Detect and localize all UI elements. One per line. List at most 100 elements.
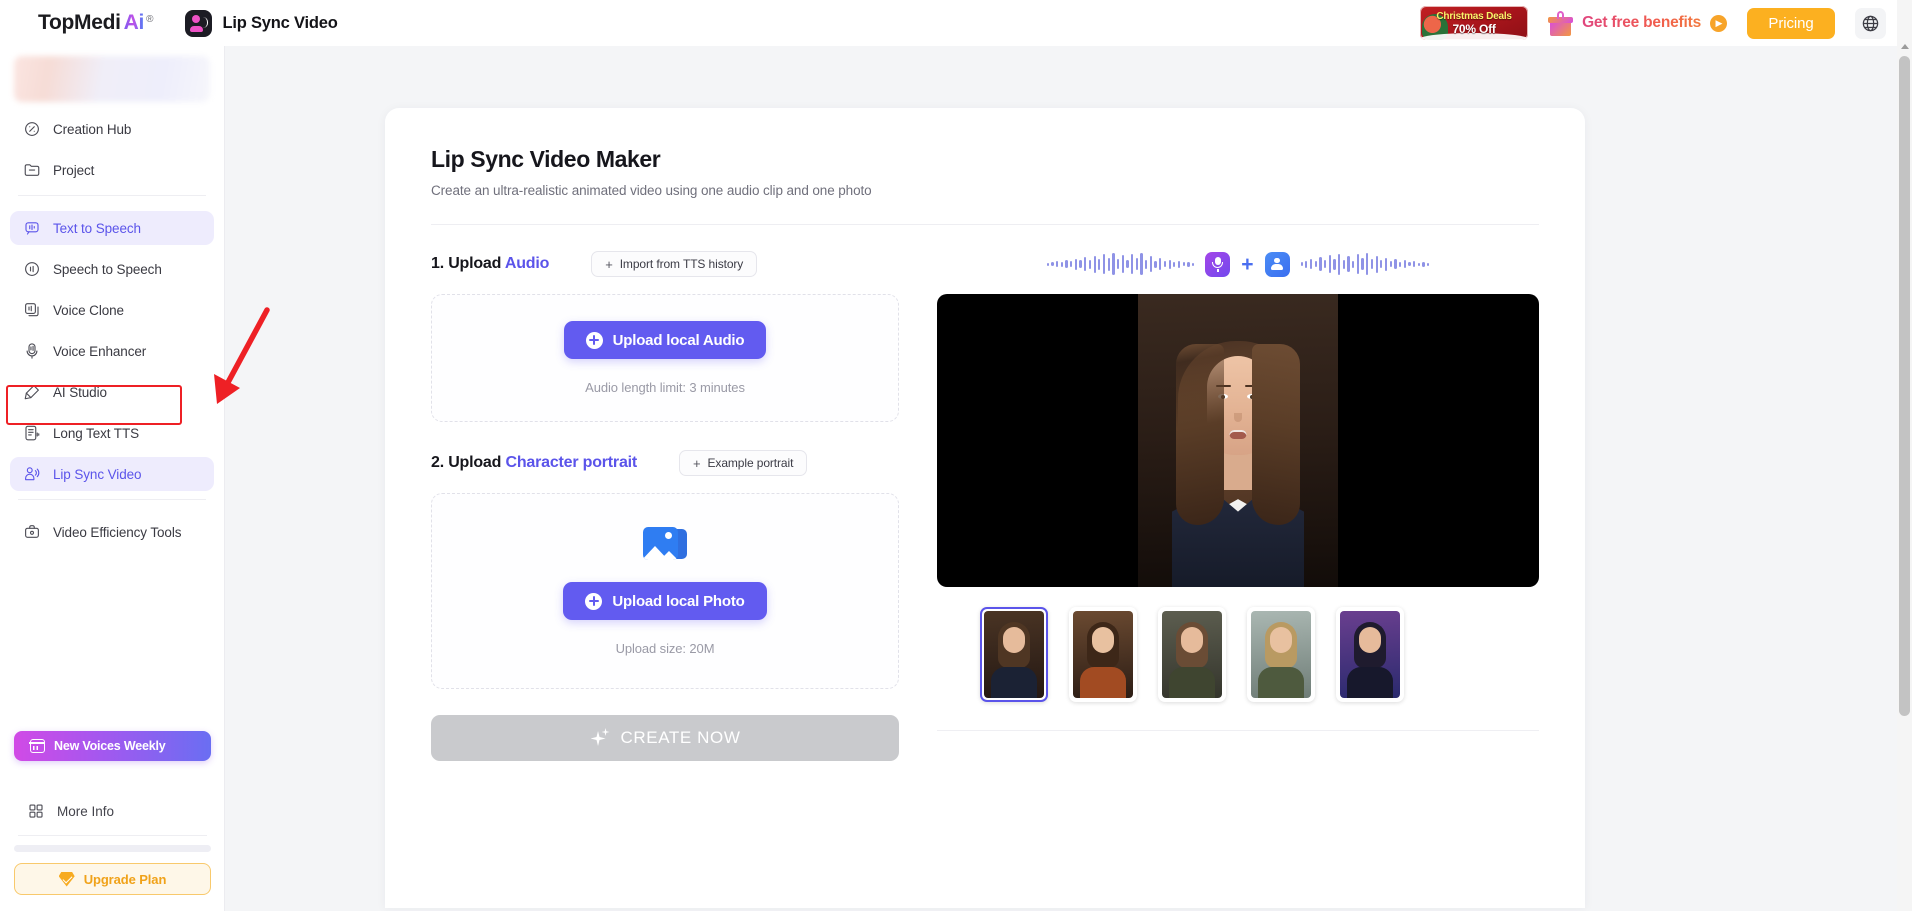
audio-drop-zone[interactable]: Upload local Audio Audio length limit: 3…: [431, 294, 899, 422]
portrait-thumbnail-4[interactable]: [1247, 607, 1315, 702]
example-portrait-label: Example portrait: [707, 456, 794, 470]
sidebar-item-speech-to-speech[interactable]: Speech to Speech: [10, 252, 214, 286]
photo-drop-zone[interactable]: Upload local Photo Upload size: 20M: [431, 493, 899, 689]
sidebar-label: Voice Clone: [53, 302, 124, 318]
sidebar-divider-2: [18, 499, 206, 500]
step-1-number: 1. Upload: [431, 255, 505, 272]
sidebar-item-project[interactable]: Project: [10, 153, 214, 187]
christmas-deals-line2: 70% Off: [1452, 21, 1496, 36]
portrait-thumbnail-1[interactable]: [980, 607, 1048, 702]
upload-photo-label: Upload local Photo: [612, 592, 745, 610]
create-now-label: CREATE NOW: [620, 728, 741, 747]
video-tools-icon: [22, 523, 41, 542]
pricing-button[interactable]: Pricing: [1747, 7, 1835, 39]
new-voices-weekly-label: New Voices Weekly: [54, 739, 166, 753]
registered-mark: ®: [146, 14, 154, 25]
step-1-highlight: Audio: [504, 255, 550, 272]
title-divider: [431, 224, 1539, 225]
sidebar-item-creation-hub[interactable]: Creation Hub: [10, 112, 214, 146]
get-free-benefits-button[interactable]: Get free benefits ▶: [1548, 10, 1727, 36]
new-voices-weekly-button[interactable]: New Voices Weekly: [14, 731, 211, 761]
portrait-thumbnail-5[interactable]: [1336, 607, 1404, 702]
plus-circle-icon: [585, 331, 603, 349]
sidebar-label: Video Efficiency Tools: [53, 524, 182, 540]
usage-quota-bar: [14, 845, 211, 852]
brand-name-main: TopMedi: [38, 11, 121, 34]
sidebar-item-more-info[interactable]: More Info: [14, 795, 211, 827]
import-from-tts-history-button[interactable]: + Import from TTS history: [591, 251, 758, 277]
sidebar-label: Creation Hub: [53, 121, 132, 137]
brand-logo[interactable]: TopMedi Ai ®: [38, 11, 153, 35]
sidebar-nav-tools: Video Efficiency Tools: [0, 511, 224, 549]
portrait-thumbnail-2[interactable]: [1069, 607, 1137, 702]
import-tts-label: Import from TTS history: [619, 257, 744, 271]
christmas-deals-banner[interactable]: Christmas Deals 70% Off: [1420, 6, 1529, 40]
image-stack-icon: [643, 526, 687, 564]
calendar-icon: [29, 739, 45, 753]
plus-circle-icon: [585, 592, 603, 610]
sidebar-divider-1: [18, 195, 206, 196]
vertical-scrollbar[interactable]: [1897, 0, 1912, 911]
preview-portrait-image: [1138, 294, 1338, 587]
preview-bottom-divider: [937, 730, 1539, 731]
language-globe-button[interactable]: [1855, 7, 1886, 39]
audio-portrait-combiner-graphic: +: [937, 249, 1539, 279]
sidebar-item-video-efficiency-tools[interactable]: Video Efficiency Tools: [10, 515, 214, 549]
sidebar-nav-main: Text to Speech Speech to Speech Voice Cl…: [0, 207, 224, 491]
sidebar-label: Speech to Speech: [53, 261, 162, 277]
long-text-tts-icon: [22, 424, 41, 443]
top-header-bar: TopMedi Ai ® Lip Sync Video Christmas De…: [0, 0, 1912, 46]
waveform-right: [1300, 252, 1430, 276]
text-to-speech-icon: [22, 219, 41, 238]
gift-icon: [1548, 10, 1574, 36]
get-free-benefits-label: Get free benefits: [1582, 14, 1701, 31]
step-2-number: 2. Upload: [431, 454, 506, 471]
content-area: Lip Sync Video Maker Create an ultra-rea…: [225, 46, 1890, 911]
chevron-right-icon: ▶: [1710, 14, 1727, 32]
step-1-title: 1. Upload Audio: [431, 255, 549, 273]
example-portrait-button[interactable]: + Example portrait: [679, 450, 808, 476]
ai-studio-icon: [22, 383, 41, 402]
sidebar-item-voice-clone[interactable]: Voice Clone: [10, 293, 214, 327]
person-icon: [1264, 251, 1290, 277]
sidebar-item-long-text-tts[interactable]: Long Text TTS: [10, 416, 214, 450]
portrait-thumbnail-strip: [937, 607, 1539, 702]
app-title-label: Lip Sync Video: [222, 13, 338, 32]
video-preview-panel[interactable]: [937, 294, 1539, 587]
left-sidebar: Creation Hub Project Text to Speech Spee…: [0, 46, 225, 911]
sidebar-item-ai-studio[interactable]: AI Studio: [10, 375, 214, 409]
lip-sync-video-icon: [22, 465, 41, 484]
step-1-header: 1. Upload Audio + Import from TTS histor…: [431, 249, 899, 279]
sidebar-label: Project: [53, 162, 95, 178]
sidebar-footer: New Voices Weekly More Info Upgrade Plan: [0, 731, 225, 911]
folder-icon: [22, 161, 41, 180]
scrollbar-thumb[interactable]: [1899, 56, 1910, 716]
audio-length-hint: Audio length limit: 3 minutes: [585, 380, 745, 395]
upload-local-audio-button[interactable]: Upload local Audio: [563, 321, 767, 359]
upgrade-plan-button[interactable]: Upgrade Plan: [14, 863, 211, 895]
plus-icon: +: [693, 455, 701, 471]
sparkle-icon: [590, 728, 610, 748]
sidebar-divider-3: [18, 835, 207, 836]
preview-column: +: [937, 249, 1539, 761]
sidebar-item-lip-sync-video[interactable]: Lip Sync Video: [10, 457, 214, 491]
upload-audio-label: Upload local Audio: [612, 331, 745, 349]
create-now-button[interactable]: CREATE NOW: [431, 715, 899, 761]
portrait-thumbnail-3[interactable]: [1158, 607, 1226, 702]
scroll-up-arrow-icon[interactable]: [1901, 44, 1909, 49]
waveform-left: [1046, 252, 1195, 276]
plus-icon: +: [605, 256, 613, 272]
sidebar-label: Voice Enhancer: [53, 343, 147, 359]
creation-hub-icon: [22, 120, 41, 139]
page-title: Lip Sync Video Maker: [431, 146, 661, 172]
app-title-chip: Lip Sync Video: [185, 9, 338, 37]
speech-to-speech-icon: [22, 260, 41, 279]
sidebar-label: Text to Speech: [53, 220, 141, 236]
upload-size-hint: Upload size: 20M: [615, 641, 715, 656]
sidebar-item-voice-enhancer[interactable]: Voice Enhancer: [10, 334, 214, 368]
user-profile-avatar[interactable]: [14, 56, 210, 102]
upload-local-photo-button[interactable]: Upload local Photo: [563, 582, 767, 620]
sidebar-item-text-to-speech[interactable]: Text to Speech: [10, 211, 214, 245]
sidebar-label: Lip Sync Video: [53, 466, 142, 482]
more-info-label: More Info: [57, 803, 115, 819]
